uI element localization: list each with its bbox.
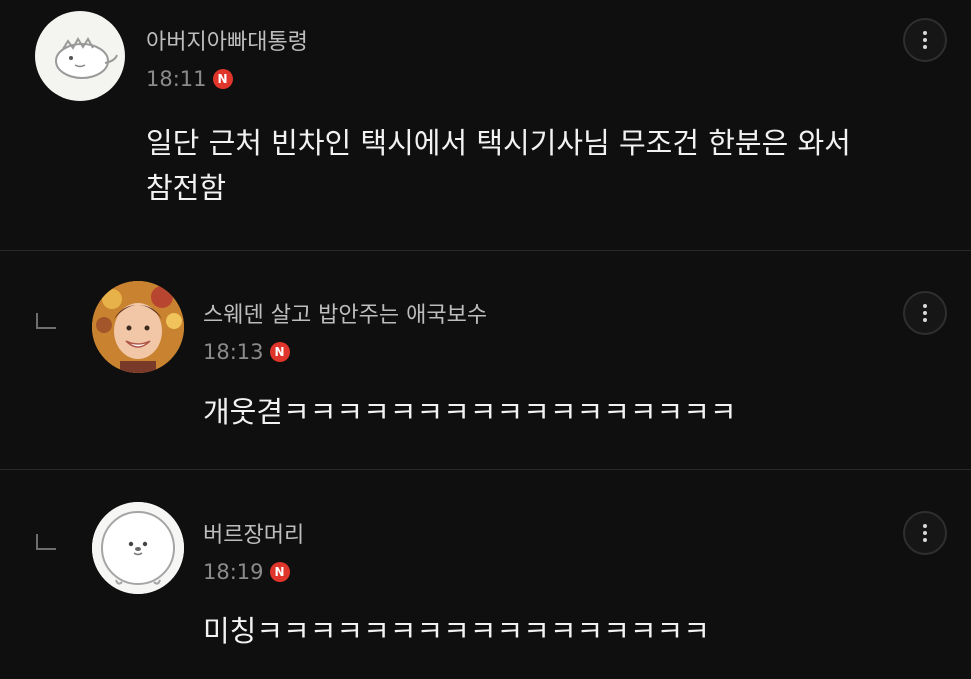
reply-arrow-icon xyxy=(36,313,56,329)
comment-author[interactable]: 버르장머리 xyxy=(203,517,304,549)
comment-time: 18:11 xyxy=(146,67,207,91)
comment-meta: 18:19 N xyxy=(203,560,290,584)
more-vertical-icon xyxy=(923,31,927,49)
round-character-avatar-icon xyxy=(92,502,184,594)
avatar[interactable] xyxy=(92,281,184,373)
comment-meta: 18:11 N xyxy=(146,67,233,91)
comment-author[interactable]: 아버지아빠대통령 xyxy=(146,24,308,56)
comment-text-line: 미칭ㅋㅋㅋㅋㅋㅋㅋㅋㅋㅋㅋㅋㅋㅋㅋㅋㅋ xyxy=(203,614,710,648)
more-vertical-icon xyxy=(923,304,927,322)
comment-item: 스웨덴 살고 밥안주는 애국보수 18:13 N 개웃겯ㅋㅋㅋㅋㅋㅋㅋㅋㅋㅋㅋㅋ… xyxy=(0,251,971,469)
avatar[interactable] xyxy=(92,502,184,594)
avatar[interactable] xyxy=(35,11,125,101)
comment-meta: 18:13 N xyxy=(203,340,290,364)
comment-author[interactable]: 스웨덴 살고 밥안주는 애국보수 xyxy=(203,297,487,329)
comment-time: 18:13 xyxy=(203,340,264,364)
comment-text: 일단 근처 빈차인 택시에서 택시기사님 무조건 한분은 와서 참전함 xyxy=(146,121,851,211)
more-options-button[interactable] xyxy=(903,291,947,335)
new-badge: N xyxy=(269,562,290,582)
dinosaur-avatar-icon xyxy=(55,37,118,79)
comment-item: 버르장머리 18:19 N 미칭ㅋㅋㅋㅋㅋㅋㅋㅋㅋㅋㅋㅋㅋㅋㅋㅋㅋ xyxy=(0,470,971,679)
more-options-button[interactable] xyxy=(903,18,947,62)
comment-text-line: 참전함 xyxy=(146,171,227,205)
more-vertical-icon xyxy=(923,524,927,542)
reply-arrow-icon xyxy=(36,534,56,550)
new-badge: N xyxy=(269,342,290,362)
portrait-avatar-icon xyxy=(92,281,184,373)
more-options-button[interactable] xyxy=(903,511,947,555)
comment-text-line: 일단 근처 빈차인 택시에서 택시기사님 무조건 한분은 와서 xyxy=(146,126,851,160)
comment-text-line: 개웃겯ㅋㅋㅋㅋㅋㅋㅋㅋㅋㅋㅋㅋㅋㅋㅋㅋㅋ xyxy=(203,395,737,429)
comment-time: 18:19 xyxy=(203,560,264,584)
comment-text: 미칭ㅋㅋㅋㅋㅋㅋㅋㅋㅋㅋㅋㅋㅋㅋㅋㅋㅋ xyxy=(203,609,710,654)
new-badge: N xyxy=(212,69,233,89)
comment-item: 아버지아빠대통령 18:11 N 일단 근처 빈차인 택시에서 택시기사님 무조… xyxy=(0,0,971,250)
comment-text: 개웃겯ㅋㅋㅋㅋㅋㅋㅋㅋㅋㅋㅋㅋㅋㅋㅋㅋㅋ xyxy=(203,390,737,435)
